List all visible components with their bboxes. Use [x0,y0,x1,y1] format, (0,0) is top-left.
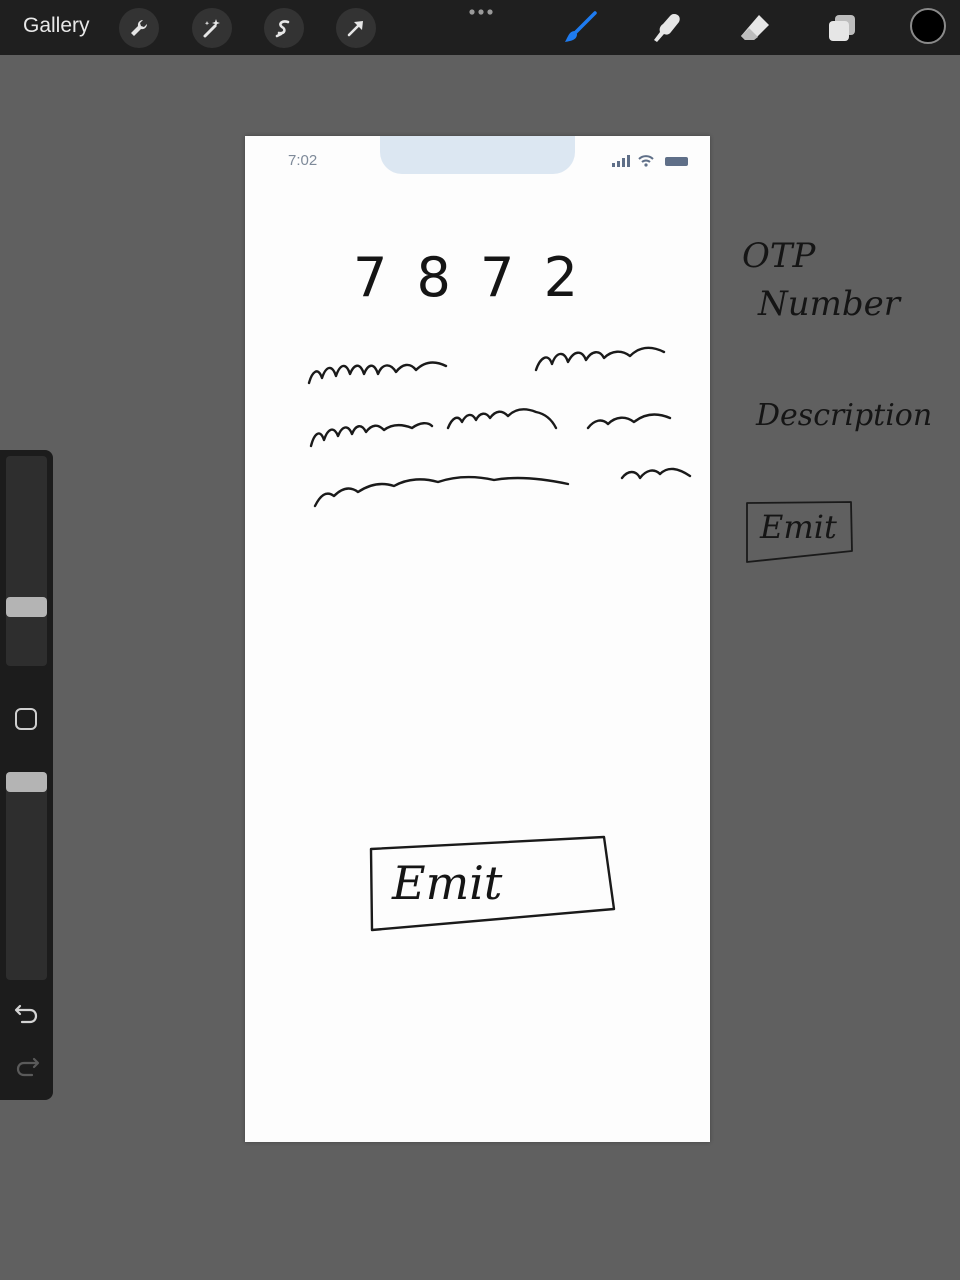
layers-icon[interactable] [822,8,862,48]
annotation-description: Description [756,398,933,433]
annotation-number: Number [758,284,901,324]
phone-notch [380,136,575,174]
annotation-emit: Emit [760,508,837,546]
phone-status-icons [612,155,688,167]
selection-icon[interactable] [264,8,304,48]
wrench-icon[interactable] [119,8,159,48]
smudge-icon[interactable] [647,8,687,48]
transform-arrow-icon[interactable] [336,8,376,48]
top-toolbar: Gallery [0,0,960,55]
more-options-icon[interactable] [466,4,496,20]
brush-size-slider[interactable] [6,456,47,666]
brush-size-slider-thumb[interactable] [6,597,47,617]
redo-icon[interactable] [14,1055,40,1079]
gallery-button[interactable]: Gallery [23,14,90,38]
brush-icon[interactable] [560,8,600,48]
side-panel [0,450,53,1100]
emit-button-label: Emit [392,856,503,910]
modify-button[interactable] [15,708,37,730]
magic-wand-icon[interactable] [192,8,232,48]
drawing-canvas[interactable]: 7:02 7 8 7 2 Emit [245,136,710,1142]
color-picker-swatch[interactable] [910,8,946,44]
eraser-icon[interactable] [735,8,775,48]
phone-status-time: 7:02 [288,152,318,169]
undo-icon[interactable] [14,1002,40,1026]
annotation-otp: OTP [742,236,816,276]
otp-digits: 7 8 7 2 [353,246,584,309]
opacity-slider[interactable] [6,772,47,980]
opacity-slider-thumb[interactable] [6,772,47,792]
